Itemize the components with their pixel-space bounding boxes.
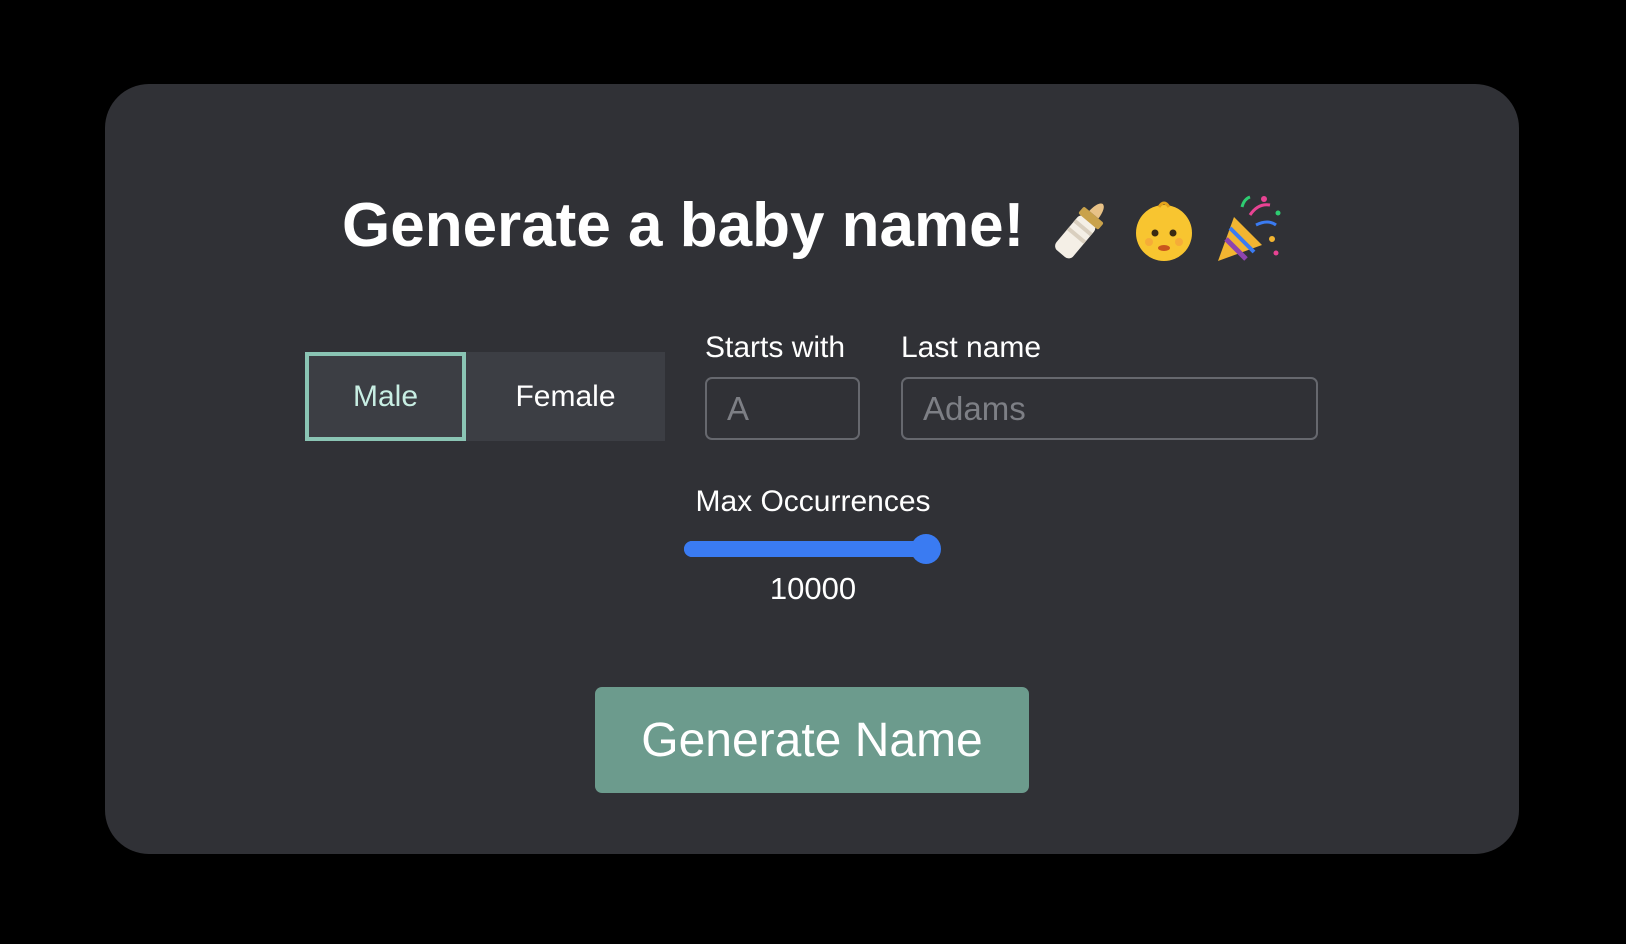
gender-option-male[interactable]: Male — [305, 352, 466, 441]
max-occurrences-label: Max Occurrences — [695, 485, 931, 518]
max-occurrences-slider[interactable] — [684, 534, 941, 564]
page-title-text: Generate a baby name! — [342, 191, 1025, 260]
emoji-group — [1048, 190, 1284, 265]
last-name-input[interactable] — [901, 377, 1318, 440]
gender-option-female[interactable]: Female — [466, 352, 665, 441]
slider-fill — [684, 541, 926, 557]
baby-bottle-icon — [1054, 203, 1104, 258]
slider-thumb[interactable] — [911, 534, 941, 564]
last-name-label: Last name — [901, 331, 1042, 364]
party-popper-icon — [1217, 195, 1281, 261]
starts-with-input[interactable] — [705, 377, 860, 440]
gender-toggle: Male Female — [305, 352, 665, 441]
page-title: Generate a baby name! — [0, 190, 1626, 265]
generate-name-button[interactable]: Generate Name — [595, 687, 1029, 793]
baby-face-icon — [1135, 201, 1192, 261]
starts-with-label: Starts with — [705, 331, 846, 364]
max-occurrences-value: 10000 — [769, 571, 857, 606]
